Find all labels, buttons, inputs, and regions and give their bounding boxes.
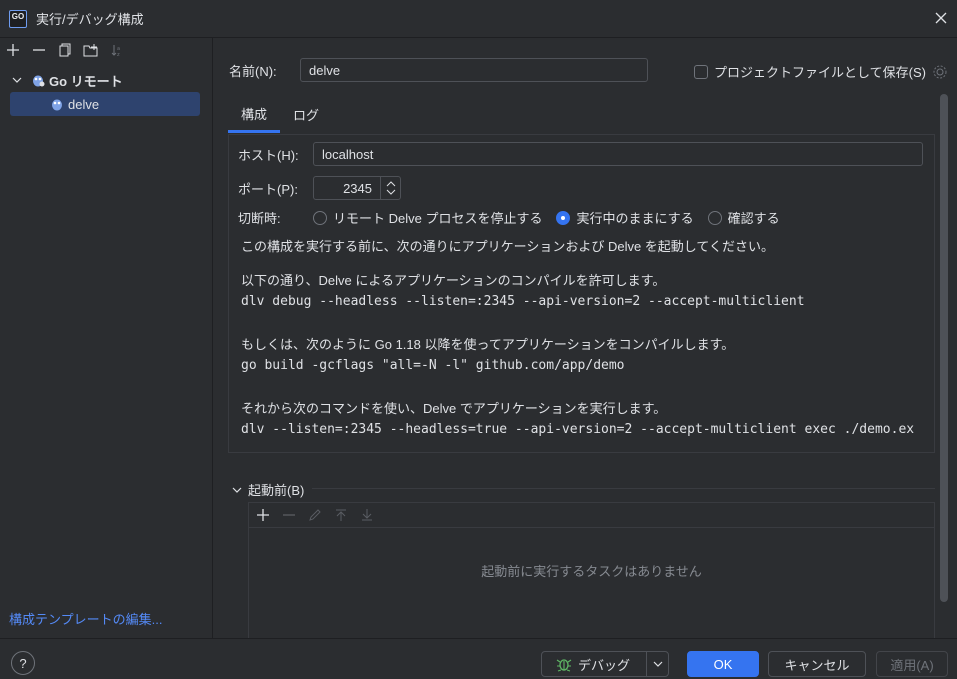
before-launch-header[interactable]: 起動前(B) [232, 480, 304, 499]
add-icon[interactable] [254, 506, 272, 524]
edit-templates-link[interactable]: 構成テンプレートの編集... [9, 609, 162, 628]
chevron-down-icon[interactable] [12, 75, 22, 85]
port-label: ポート(P): [238, 181, 298, 197]
dialog-footer: ? デバッグ OK キャンセル 適用(A) [0, 638, 957, 679]
host-row: ホスト(H): localhost [238, 142, 923, 166]
step1-command: dlv debug --headless --listen=:2345 --ap… [241, 294, 805, 309]
close-icon[interactable] [931, 8, 951, 28]
port-value: 2345 [343, 180, 372, 196]
tree-toolbar: az [0, 38, 212, 62]
empty-tasks-text: 起動前に実行するタスクはありません [481, 564, 702, 579]
move-up-icon[interactable] [332, 506, 350, 524]
name-input[interactable]: delve [300, 58, 648, 82]
disconnect-label: 切断時: [238, 211, 281, 226]
name-label: 名前(N): [229, 63, 277, 79]
radio-label: 確認する [727, 211, 780, 226]
before-launch-panel: 起動前に実行するタスクはありません [248, 502, 935, 638]
before-launch-label: 起動前(B) [248, 483, 305, 498]
app-icon-text: GO [11, 11, 25, 21]
radio-label: リモート Delve プロセスを停止する [333, 211, 543, 226]
chevron-down-icon[interactable] [232, 485, 242, 495]
go-remote-icon [33, 75, 45, 87]
window-title: 実行/デバッグ構成 [36, 12, 144, 27]
config-tabs: 構成 ログ [228, 96, 332, 133]
save-as-project-file[interactable]: プロジェクトファイルとして保存(S) [694, 62, 948, 81]
move-down-icon[interactable] [358, 506, 376, 524]
chevron-down-icon[interactable] [646, 652, 668, 676]
host-label: ホスト(H): [238, 147, 299, 163]
config-tree-pane: az Go リモート delve 構成テンプレートの編集... [0, 38, 213, 638]
radio-button-selected[interactable] [556, 210, 571, 225]
gear-icon[interactable] [932, 64, 948, 80]
name-row: 名前(N): delve [229, 58, 648, 82]
config-editor: 名前(N): delve プロジェクトファイルとして保存(S) 構成 ログ ホス… [214, 38, 957, 638]
step1-text: 以下の通り、Delve によるアプリケーションのコンパイルを許可します。 [241, 273, 666, 288]
step2-command: go build -gcflags "all=-N -l" github.com… [241, 358, 625, 373]
radio-label: 実行中のままにする [576, 211, 694, 226]
goland-app-icon: GO [9, 9, 27, 28]
disconnect-row: 切断時: リモート Delve プロセスを停止する 実行中のままにする 確認する [238, 208, 794, 227]
configuration-panel: ホスト(H): localhost ポート(P): 2345 切断時: リモート… [228, 134, 935, 453]
tree-item-label: delve [68, 96, 100, 112]
radio-button[interactable] [707, 210, 722, 225]
spinner-arrows-icon[interactable] [380, 177, 400, 199]
debug-button[interactable]: デバッグ [541, 651, 669, 677]
tab-log[interactable]: ログ [280, 96, 332, 133]
save-project-checkbox[interactable] [694, 64, 708, 79]
cancel-button[interactable]: キャンセル [768, 651, 866, 677]
bug-icon [556, 659, 572, 672]
tree-item-delve[interactable]: delve [10, 92, 200, 116]
remove-icon[interactable] [30, 41, 48, 59]
scrollbar[interactable] [940, 94, 948, 602]
host-input[interactable]: localhost [313, 142, 923, 166]
step3-text: それから次のコマンドを使い、Delve でアプリケーションを実行します。 [241, 401, 667, 416]
radio-stop-remote[interactable]: リモート Delve プロセスを停止する [313, 208, 542, 227]
divider [312, 488, 935, 489]
radio-ask[interactable]: 確認する [707, 208, 780, 227]
radio-button[interactable] [313, 210, 327, 225]
save-project-label: プロジェクトファイルとして保存(S) [714, 65, 926, 80]
remove-icon[interactable] [280, 506, 298, 524]
port-spinner[interactable]: 2345 [313, 176, 401, 200]
svg-text:z: z [117, 52, 120, 57]
intro-text: この構成を実行する前に、次の通りにアプリケーションおよび Delve を起動して… [241, 239, 775, 254]
step2-text: もしくは、次のように Go 1.18 以降を使ってアプリケーションをコンパイルし… [241, 337, 735, 352]
help-button[interactable]: ? [11, 651, 35, 675]
new-folder-icon[interactable] [82, 41, 100, 59]
radio-leave-running[interactable]: 実行中のままにする [556, 208, 694, 227]
copy-icon[interactable] [56, 41, 74, 59]
go-remote-icon [52, 99, 62, 111]
add-icon[interactable] [4, 41, 22, 59]
apply-button[interactable]: 適用(A) [876, 651, 948, 677]
step3-command: dlv --listen=:2345 --headless=true --api… [241, 422, 915, 437]
debug-label: デバッグ [578, 657, 631, 673]
sort-icon[interactable]: az [108, 41, 126, 59]
debug-button-main[interactable]: デバッグ [556, 655, 630, 674]
config-tree: Go リモート delve [0, 68, 212, 116]
tree-group-go-remote[interactable]: Go リモート [0, 68, 212, 92]
tab-configuration[interactable]: 構成 [228, 96, 281, 133]
port-row: ポート(P): 2345 [238, 176, 401, 200]
tree-group-label: Go リモート [49, 73, 123, 89]
edit-icon[interactable] [306, 506, 324, 524]
before-launch-toolbar [249, 503, 934, 528]
title-bar: GO 実行/デバッグ構成 [0, 0, 957, 38]
ok-button[interactable]: OK [687, 651, 759, 677]
